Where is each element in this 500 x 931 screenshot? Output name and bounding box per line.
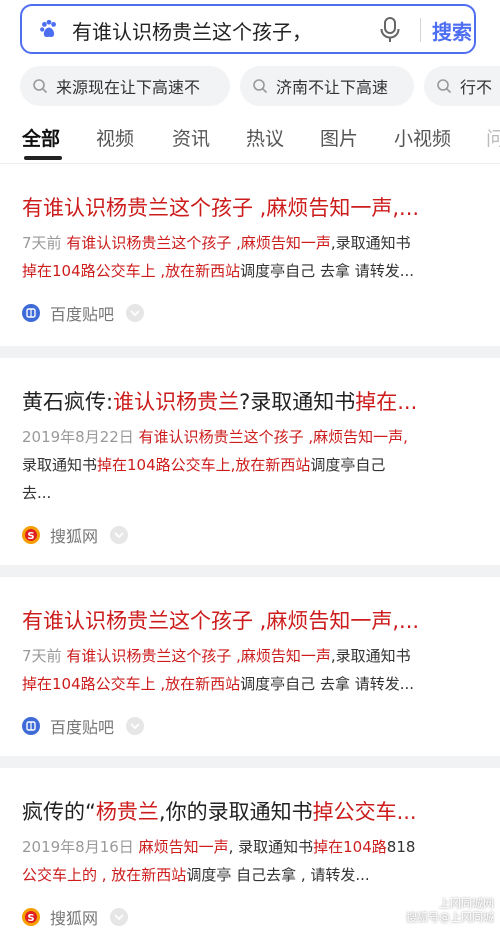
result-snippet-line: 掉在104路公交车上 ,放在新西站调度亭自己 去拿 请转发...	[22, 260, 482, 281]
category-tabs: 全部 视频 资讯 热议 图片 小视频 问	[0, 118, 500, 164]
card-separator	[0, 565, 500, 577]
snippet-segment: 麻烦告知一声	[138, 838, 229, 856]
result-date: 7天前	[22, 647, 67, 665]
source-name: 百度贴吧	[50, 718, 115, 737]
svg-text:S: S	[27, 531, 34, 542]
result-snippet-line: 2019年8月16日 麻烦告知一声, 录取通知书掉在104路818	[22, 836, 482, 857]
suggestion-label: 济南不让下高速	[276, 78, 389, 97]
search-button[interactable]: 搜索	[432, 16, 472, 45]
search-icon	[253, 79, 268, 94]
watermark: 上冈同城网 搜狐号@上冈同城	[406, 897, 494, 925]
snippet-segment: 去...	[22, 484, 52, 502]
title-segment: 疯传的“	[22, 800, 96, 824]
result-snippet-line: 2019年8月22日 有谁认识杨贵兰这个孩子 ,麻烦告知一声,	[22, 426, 482, 447]
result-title[interactable]: 有谁认识杨贵兰这个孩子 ,麻烦告知一声,...	[22, 192, 482, 222]
suggestion-chip[interactable]: 济南不让下高速	[240, 66, 414, 106]
search-icon	[437, 79, 452, 94]
snippet-segment: 调度亭自己	[310, 456, 386, 474]
suggestion-label: 行不	[460, 78, 493, 97]
tab-all[interactable]: 全部	[22, 124, 60, 151]
snippet-segment: 调度亭自己 去拿 请转发...	[240, 262, 415, 280]
result-source: 百度贴吧	[22, 302, 145, 324]
result-title[interactable]: 疯传的“杨贵兰,你的录取通知书掉公交车...	[22, 796, 482, 826]
snippet-segment: ,录取通知书	[330, 647, 411, 665]
result-snippet-line: 7天前 有谁认识杨贵兰这个孩子 ,麻烦告知一声,录取通知书	[22, 232, 482, 253]
watermark-line-2: 搜狐号@上冈同城	[406, 911, 494, 924]
snippet-segment: 掉在104路公交车上,放在新西站	[97, 456, 311, 474]
tab-qa[interactable]: 问	[486, 124, 500, 151]
baidu-paw-icon	[40, 19, 56, 38]
sohu-logo-icon: S	[22, 526, 40, 544]
title-segment: 掉在...	[355, 390, 418, 414]
snippet-segment: 掉在104路公交车上 ,放在新西站	[22, 675, 241, 693]
tabs-divider	[0, 163, 500, 164]
svg-text:S: S	[27, 913, 34, 924]
search-input[interactable]: 有谁认识杨贵兰这个孩子，	[72, 16, 312, 45]
suggestion-label: 来源现在让下高速不	[56, 78, 201, 97]
card-separator	[0, 756, 500, 768]
result-snippet-line: 去...	[22, 482, 482, 503]
title-segment: 有谁认识杨贵兰这个孩子 ,麻烦告知一声,...	[22, 196, 420, 220]
result-date: 2019年8月16日	[22, 838, 139, 856]
tab-short-video[interactable]: 小视频	[394, 124, 451, 151]
snippet-segment: 录取通知书	[22, 456, 98, 474]
result-snippet-line: 7天前 有谁认识杨贵兰这个孩子 ,麻烦告知一声,录取通知书	[22, 645, 482, 666]
snippet-segment: 有谁认识杨贵兰这个孩子 ,麻烦告知一声	[66, 647, 331, 665]
baidu-tieba-logo-icon	[22, 304, 40, 322]
title-segment: 杨贵兰	[95, 800, 159, 824]
sohu-logo-icon: S	[22, 908, 40, 926]
result-source: S 搜狐网	[22, 524, 129, 546]
source-name: 搜狐网	[50, 909, 99, 928]
result-title[interactable]: 黄石疯传:谁认识杨贵兰?录取通知书掉在...	[22, 386, 482, 416]
microphone-icon[interactable]	[378, 16, 402, 44]
result-date: 7天前	[22, 234, 67, 252]
search-icon	[33, 79, 48, 94]
search-bar[interactable]: 有谁认识杨贵兰这个孩子， 搜索	[20, 4, 476, 54]
title-segment: 谁认识杨贵兰	[113, 390, 240, 414]
result-snippet-line: 掉在104路公交车上 ,放在新西站调度亭自己 去拿 请转发...	[22, 673, 482, 694]
source-name: 百度贴吧	[50, 305, 115, 324]
title-segment: 黄石疯传:	[22, 390, 114, 414]
snippet-segment: 有谁认识杨贵兰这个孩子 ,麻烦告知一声	[66, 234, 331, 252]
tab-news[interactable]: 资讯	[172, 124, 210, 151]
chevron-down-icon[interactable]	[110, 908, 129, 926]
snippet-segment: 调度亭 自己去拿 , 请转发...	[186, 866, 370, 884]
snippet-segment: 有谁认识杨贵兰这个孩子 ,麻烦告知一声,	[138, 428, 408, 446]
source-name: 搜狐网	[50, 527, 99, 546]
suggestion-chip[interactable]: 行不	[424, 66, 500, 106]
result-snippet-line: 公交车上的 , 放在新西站调度亭 自己去拿 , 请转发...	[22, 864, 482, 885]
suggestion-chip[interactable]: 来源现在让下高速不	[20, 66, 230, 106]
title-segment: 掉公交车...	[312, 800, 417, 824]
snippet-segment: 818	[386, 838, 416, 856]
chevron-down-icon[interactable]	[110, 526, 129, 544]
search-divider	[420, 18, 421, 42]
chevron-down-icon[interactable]	[126, 717, 145, 735]
snippet-segment: , 录取通知书	[228, 838, 314, 856]
title-segment: ?录取通知书	[239, 390, 356, 414]
tab-discussion[interactable]: 热议	[246, 124, 284, 151]
result-source: S 搜狐网	[22, 906, 129, 928]
snippet-segment: ,录取通知书	[330, 234, 411, 252]
tab-images[interactable]: 图片	[320, 124, 358, 151]
card-separator	[0, 346, 500, 358]
snippet-segment: 掉在104路	[313, 838, 387, 856]
snippet-segment: 公交车上的 , 放在新西站	[22, 866, 187, 884]
result-title[interactable]: 有谁认识杨贵兰这个孩子 ,麻烦告知一声,...	[22, 605, 482, 635]
watermark-line-1: 上冈同城网	[439, 897, 494, 910]
title-segment: 有谁认识杨贵兰这个孩子 ,麻烦告知一声,...	[22, 609, 420, 633]
result-source: 百度贴吧	[22, 715, 145, 737]
tab-video[interactable]: 视频	[96, 124, 134, 151]
title-segment: ,你的录取通知书	[158, 800, 313, 824]
snippet-segment: 掉在104路公交车上 ,放在新西站	[22, 262, 241, 280]
result-date: 2019年8月22日	[22, 428, 139, 446]
active-tab-indicator	[24, 156, 62, 160]
chevron-down-icon[interactable]	[126, 304, 145, 322]
snippet-segment: 调度亭自己 去拿 请转发...	[240, 675, 415, 693]
baidu-tieba-logo-icon	[22, 717, 40, 735]
result-snippet-line: 录取通知书掉在104路公交车上,放在新西站调度亭自己	[22, 454, 482, 475]
